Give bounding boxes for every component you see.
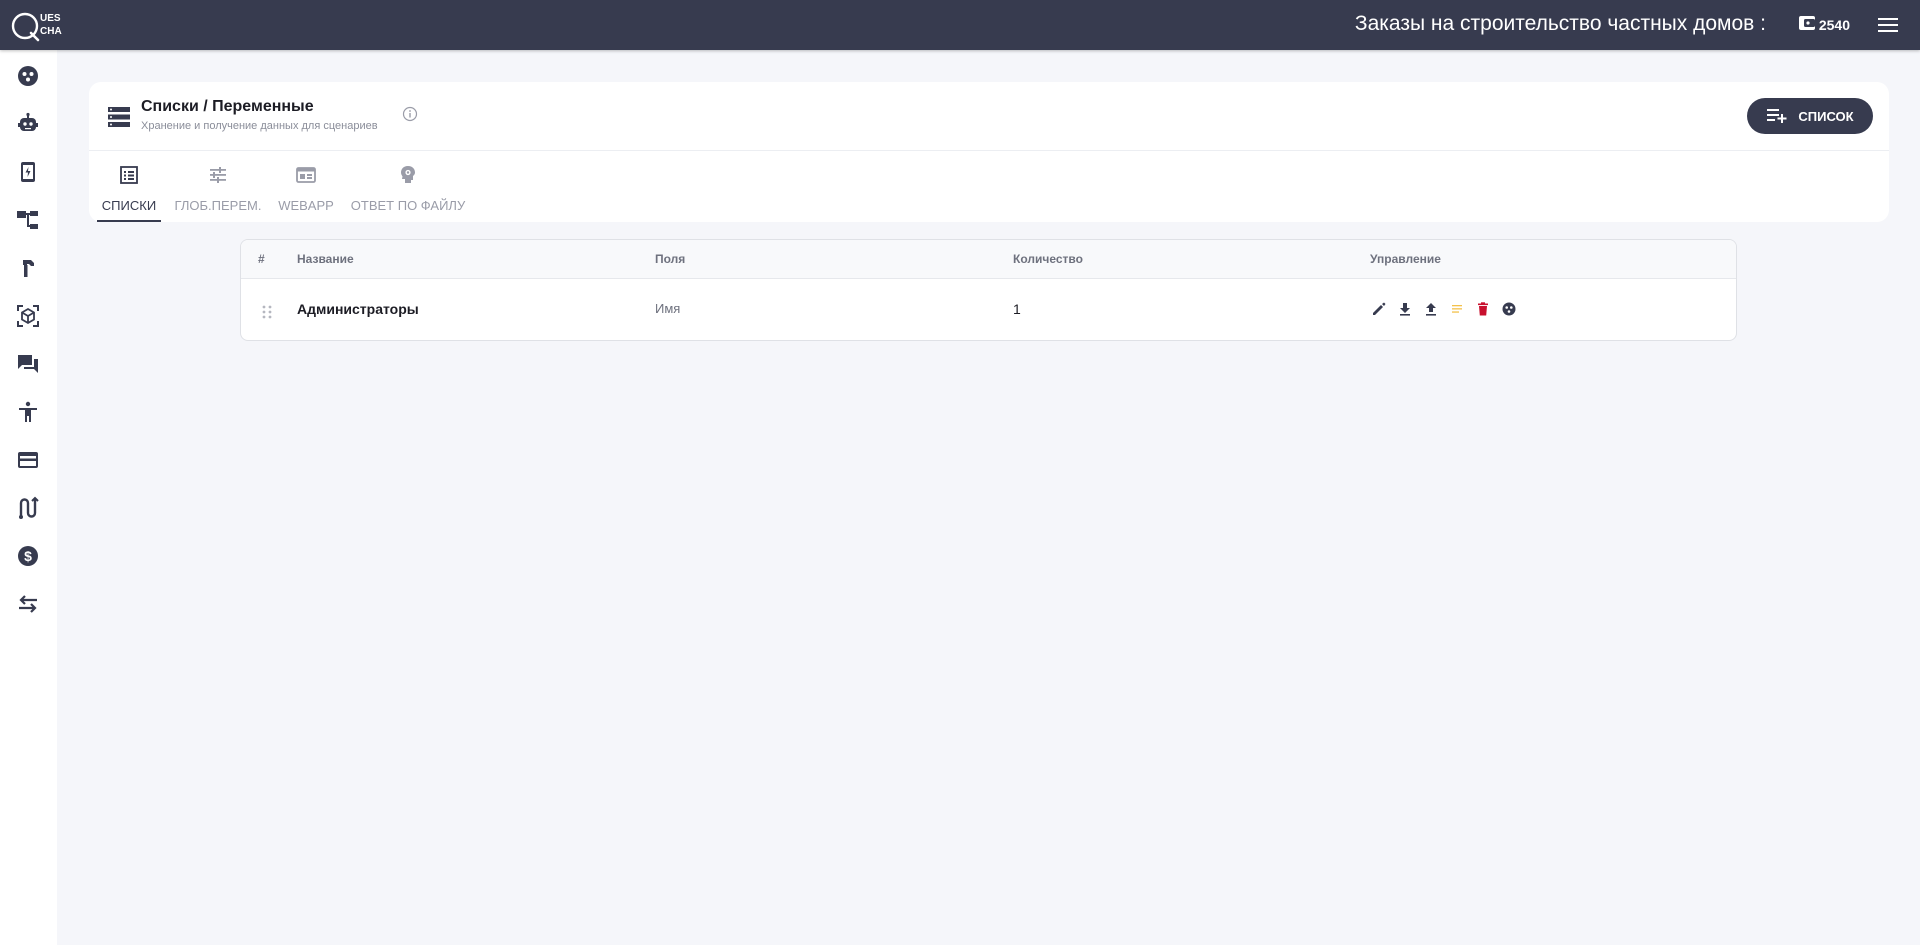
credit-card-icon[interactable] [16,448,40,472]
tab-lists-label: СПИСКИ [101,198,157,213]
row-name[interactable]: Администраторы [297,301,419,317]
list-alt-icon [118,162,140,191]
tab-file-response-label: ОТВЕТ ПО ФАЙЛУ [350,198,466,213]
dollar-icon[interactable]: $ [16,544,40,568]
storage-icon [106,104,132,130]
column-header-name[interactable]: Название [297,252,354,266]
column-header-fields[interactable]: Поля [655,252,685,266]
cube-icon[interactable] [16,304,40,328]
wallet-icon [1798,15,1816,34]
card-divider [89,150,1889,151]
table-row[interactable]: Администраторы Имя 1 [241,279,1736,340]
tab-global-variables[interactable]: ГЛОБ.ПЕРЕМ. [169,162,267,222]
swap-icon[interactable] [16,592,40,616]
head-gear-icon [397,162,419,191]
drag-handle-icon[interactable] [261,304,273,320]
route-icon[interactable] [16,496,40,520]
mobile-icon[interactable] [16,160,40,184]
scenario-tree-icon[interactable] [16,208,40,232]
lists-table: # Название Поля Количество Управление Ад… [240,239,1737,341]
active-tab-indicator [97,220,161,222]
row-count: 1 [1013,301,1021,317]
column-header-actions: Управление [1370,252,1441,266]
page-heading: Заказы на строительство частных домов : [1354,12,1766,35]
balance-value: 2540 [1818,16,1850,33]
table-header: # Название Поля Количество Управление [241,240,1736,279]
page-subtitle: Хранение и получение данных для сценарие… [141,120,378,132]
menu-icon[interactable] [1876,14,1900,36]
chat-icon[interactable] [16,352,40,376]
top-bar: UES CHA Заказы на строительство частных … [0,0,1920,50]
row-fields: Имя [655,301,681,316]
hammer-icon[interactable] [16,256,40,280]
playlist-add-icon [1766,106,1788,127]
page-title: Списки / Переменные [141,98,314,115]
connections-icon[interactable] [1500,300,1518,318]
app-logo[interactable]: UES CHA [10,6,70,44]
tab-lists[interactable]: СПИСКИ [97,162,161,222]
delete-icon[interactable] [1474,300,1492,318]
accessibility-icon[interactable] [16,400,40,424]
tune-icon [207,162,229,191]
tab-webapp[interactable]: WEBAPP [274,162,338,222]
tab-file-response[interactable]: ОТВЕТ ПО ФАЙЛУ [346,162,470,222]
edit-icon[interactable] [1370,300,1388,318]
column-header-count[interactable]: Количество [1013,252,1083,266]
info-icon[interactable] [402,106,418,122]
bot-icon[interactable] [16,112,40,136]
add-list-label: СПИСОК [1798,108,1854,124]
svg-text:UES: UES [40,13,61,24]
notes-icon[interactable] [1448,300,1466,318]
row-actions [1370,300,1518,318]
tab-global-variables-label: ГЛОБ.ПЕРЕМ. [174,198,262,213]
sidebar: $ [0,50,57,945]
upload-icon[interactable] [1422,300,1440,318]
lists-header-card: Списки / Переменные Хранение и получение… [89,82,1889,222]
column-header-number: # [258,252,265,266]
balance-badge[interactable]: 2540 [1798,15,1850,34]
tab-webapp-label: WEBAPP [278,198,334,213]
dashboard-icon[interactable] [16,64,40,88]
download-icon[interactable] [1396,300,1414,318]
svg-text:CHA: CHA [40,26,62,37]
svg-text:$: $ [24,548,32,564]
web-window-icon [295,162,317,191]
add-list-button[interactable]: СПИСОК [1747,98,1873,134]
